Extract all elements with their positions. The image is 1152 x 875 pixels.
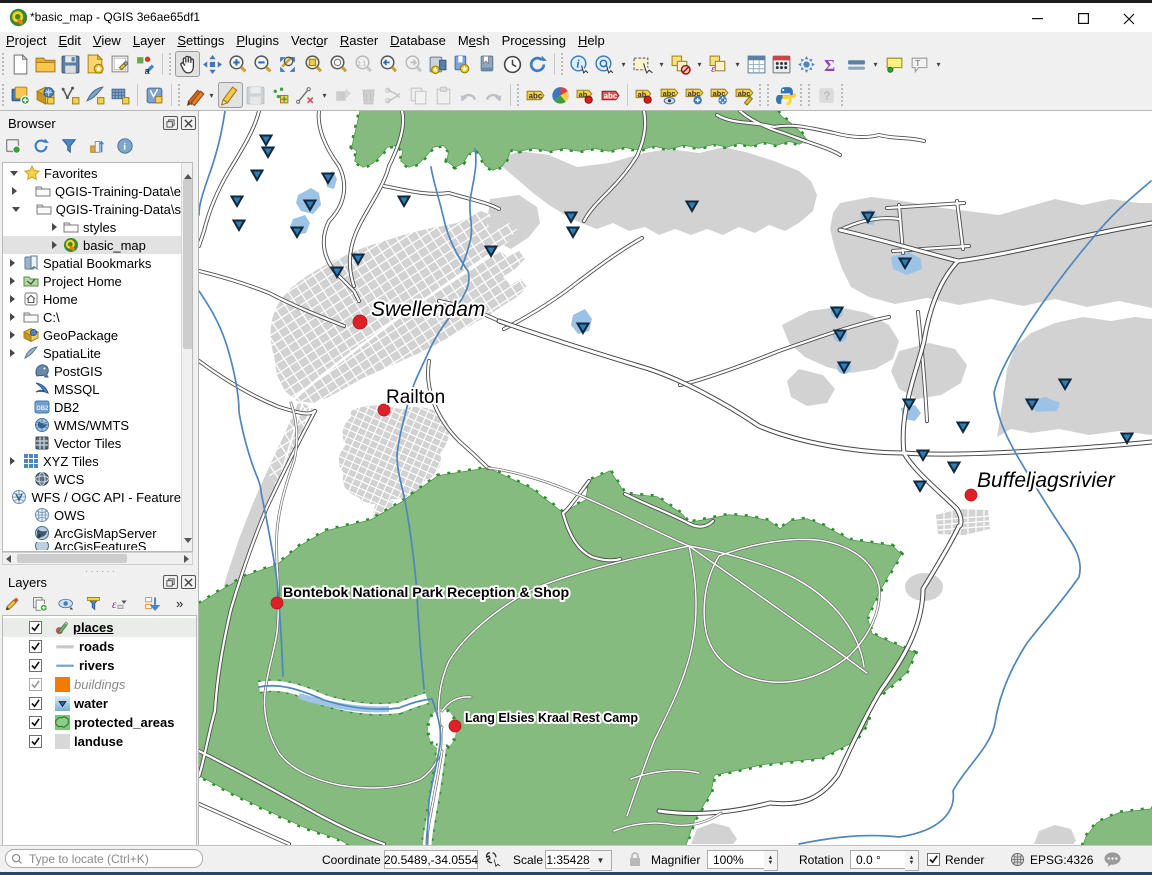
svg-text:T: T xyxy=(915,58,920,68)
svg-text:abc: abc xyxy=(604,91,618,100)
svg-text:Buffeljagsrivier: Buffeljagsrivier xyxy=(977,469,1116,492)
svg-text:Σ: Σ xyxy=(824,55,835,74)
svg-text:Bontebok National Park Recepti: Bontebok National Park Reception & Shop xyxy=(283,585,569,601)
svg-text:1:1: 1:1 xyxy=(357,60,366,67)
svg-text:abc: abc xyxy=(529,91,543,100)
svg-text:DB2: DB2 xyxy=(36,406,49,412)
svg-text:abc: abc xyxy=(738,89,751,98)
svg-text:Swellendam: Swellendam xyxy=(371,298,485,321)
svg-text:a: a xyxy=(144,65,150,74)
svg-text:Lang Elsies Kraal Rest Camp: Lang Elsies Kraal Rest Camp xyxy=(465,711,638,725)
svg-text:i: i xyxy=(123,142,126,153)
svg-text:ε: ε xyxy=(112,599,117,611)
svg-text:abc: abc xyxy=(663,89,676,98)
svg-text:Railton: Railton xyxy=(386,387,445,408)
svg-text:?: ? xyxy=(823,91,830,103)
